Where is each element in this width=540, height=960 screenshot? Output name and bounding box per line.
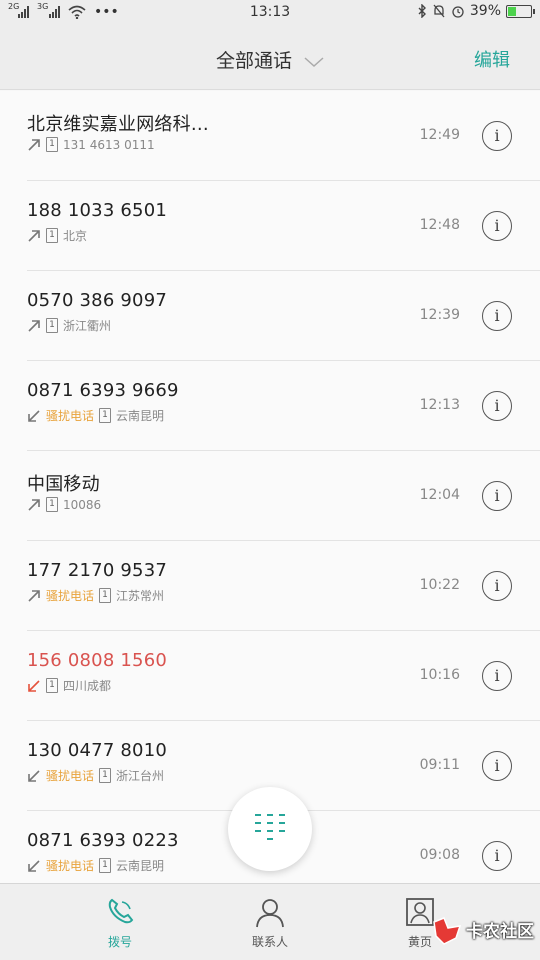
- call-name: 188 1033 6501: [27, 200, 168, 221]
- call-name: 0871 6393 0223: [27, 830, 179, 851]
- call-detail: 浙江台州: [116, 769, 165, 783]
- call-meta: 1 10086: [27, 497, 101, 512]
- call-row[interactable]: 188 1033 6501 1 北京 12:48 i: [0, 181, 540, 271]
- info-icon[interactable]: i: [482, 391, 512, 421]
- incoming-call-icon: [28, 769, 40, 782]
- info-icon[interactable]: i: [482, 121, 512, 151]
- call-time: 10:22: [419, 577, 460, 593]
- sim-card-icon: 1: [46, 137, 58, 152]
- call-detail: 云南昆明: [116, 859, 165, 873]
- call-row[interactable]: 中国移动 1 10086 12:04 i: [0, 451, 540, 541]
- call-meta: 骚扰电话 1 浙江台州: [27, 767, 164, 784]
- call-detail: 四川成都: [63, 679, 112, 693]
- call-name: 中国移动: [27, 474, 100, 495]
- call-row[interactable]: 156 0808 1560 1 四川成都 10:16 i: [0, 631, 540, 721]
- sim-card-icon: 1: [99, 408, 112, 423]
- info-icon[interactable]: i: [482, 661, 512, 691]
- call-meta: 骚扰电话 1 云南昆明: [27, 857, 164, 874]
- call-meta: 骚扰电话 1 江苏常州: [27, 587, 164, 604]
- call-meta: 1 浙江衢州: [27, 317, 111, 334]
- info-icon[interactable]: i: [482, 571, 512, 601]
- battery-percent: 39%: [469, 3, 501, 19]
- dialpad-button[interactable]: [228, 787, 312, 871]
- info-icon[interactable]: i: [482, 841, 512, 871]
- call-time: 10:16: [419, 667, 460, 683]
- call-log-list[interactable]: 北京维实嘉业网络科… 1 131 4613 0111 12:49 i 188 1033 6…: [0, 91, 540, 883]
- watermark-text: 卡农社区: [466, 922, 534, 942]
- call-time: 09:11: [419, 757, 460, 773]
- call-meta: 骚扰电话 1 云南昆明: [27, 407, 164, 424]
- call-detail: 云南昆明: [116, 409, 165, 423]
- sim-card-icon: 1: [99, 858, 112, 873]
- info-icon[interactable]: i: [482, 751, 512, 781]
- call-row[interactable]: 北京维实嘉业网络科… 1 131 4613 0111 12:49 i: [0, 91, 540, 181]
- call-detail: 江苏常州: [116, 589, 165, 603]
- call-meta: 1 北京: [27, 227, 87, 244]
- call-row[interactable]: 0570 386 9097 1 浙江衢州 12:39 i: [0, 271, 540, 361]
- edit-button[interactable]: 编辑: [474, 46, 510, 72]
- call-name: 0570 386 9097: [27, 290, 168, 311]
- call-time: 09:08: [419, 847, 460, 863]
- outgoing-call-icon: [28, 319, 40, 332]
- phone-icon: [108, 898, 134, 924]
- header: 全部通话 编辑: [0, 26, 540, 90]
- alarm-icon: [452, 6, 464, 18]
- chevron-down-icon: [304, 56, 324, 67]
- call-time: 12:04: [419, 487, 460, 503]
- status-bar: 2G 3G ••• 13:13 39%: [0, 0, 540, 26]
- spam-label: 骚扰电话: [46, 859, 95, 873]
- outgoing-call-icon: [28, 229, 40, 242]
- call-time: 12:48: [419, 217, 460, 233]
- filter-dropdown[interactable]: 全部通话: [0, 46, 540, 73]
- bluetooth-icon: [418, 4, 426, 18]
- call-meta: 1 131 4613 0111: [27, 137, 155, 152]
- person-icon: [256, 899, 284, 928]
- sim-card-icon: 1: [46, 497, 58, 512]
- call-name: 0871 6393 9669: [27, 380, 179, 401]
- call-name: 130 0477 8010: [27, 740, 168, 761]
- watermark: 卡农社区: [420, 904, 540, 954]
- call-time: 12:49: [419, 127, 460, 143]
- spam-label: 骚扰电话: [46, 589, 95, 603]
- call-detail: 131 4613 0111: [63, 137, 155, 152]
- call-name: 177 2170 9537: [27, 560, 168, 581]
- outgoing-call-icon: [28, 498, 40, 511]
- info-icon[interactable]: i: [482, 481, 512, 511]
- dialpad-icon: [255, 814, 285, 840]
- call-detail: 10086: [63, 497, 102, 512]
- info-icon[interactable]: i: [482, 211, 512, 241]
- call-meta: 1 四川成都: [27, 677, 111, 694]
- outgoing-call-icon: [28, 589, 40, 602]
- sim-card-icon: 1: [46, 678, 58, 693]
- sim-card-icon: 1: [99, 588, 112, 603]
- incoming-call-icon: [28, 409, 40, 422]
- page-title: 全部通话: [215, 50, 292, 72]
- call-row[interactable]: 177 2170 9537 骚扰电话 1 江苏常州 10:22 i: [0, 541, 540, 631]
- call-detail: 北京: [63, 229, 88, 243]
- watermark-logo-icon: [433, 917, 462, 945]
- spam-label: 骚扰电话: [46, 769, 95, 783]
- spam-label: 骚扰电话: [46, 409, 95, 423]
- call-row[interactable]: 0871 6393 9669 骚扰电话 1 云南昆明 12:13 i: [0, 361, 540, 451]
- info-icon[interactable]: i: [482, 301, 512, 331]
- sim-card-icon: 1: [46, 228, 58, 243]
- sim-card-icon: 1: [46, 318, 58, 333]
- call-detail: 浙江衢州: [63, 319, 112, 333]
- call-name: 北京维实嘉业网络科…: [27, 114, 209, 135]
- missed-call-icon: [28, 679, 40, 692]
- call-time: 12:39: [419, 307, 460, 323]
- call-name: 156 0808 1560: [27, 650, 168, 671]
- call-time: 12:13: [419, 397, 460, 413]
- incoming-call-icon: [28, 859, 40, 872]
- outgoing-call-icon: [28, 138, 40, 151]
- silent-bell-icon: [433, 4, 445, 18]
- battery-icon: [506, 4, 535, 18]
- status-right: 39%: [417, 3, 535, 19]
- sim-card-icon: 1: [99, 768, 112, 783]
